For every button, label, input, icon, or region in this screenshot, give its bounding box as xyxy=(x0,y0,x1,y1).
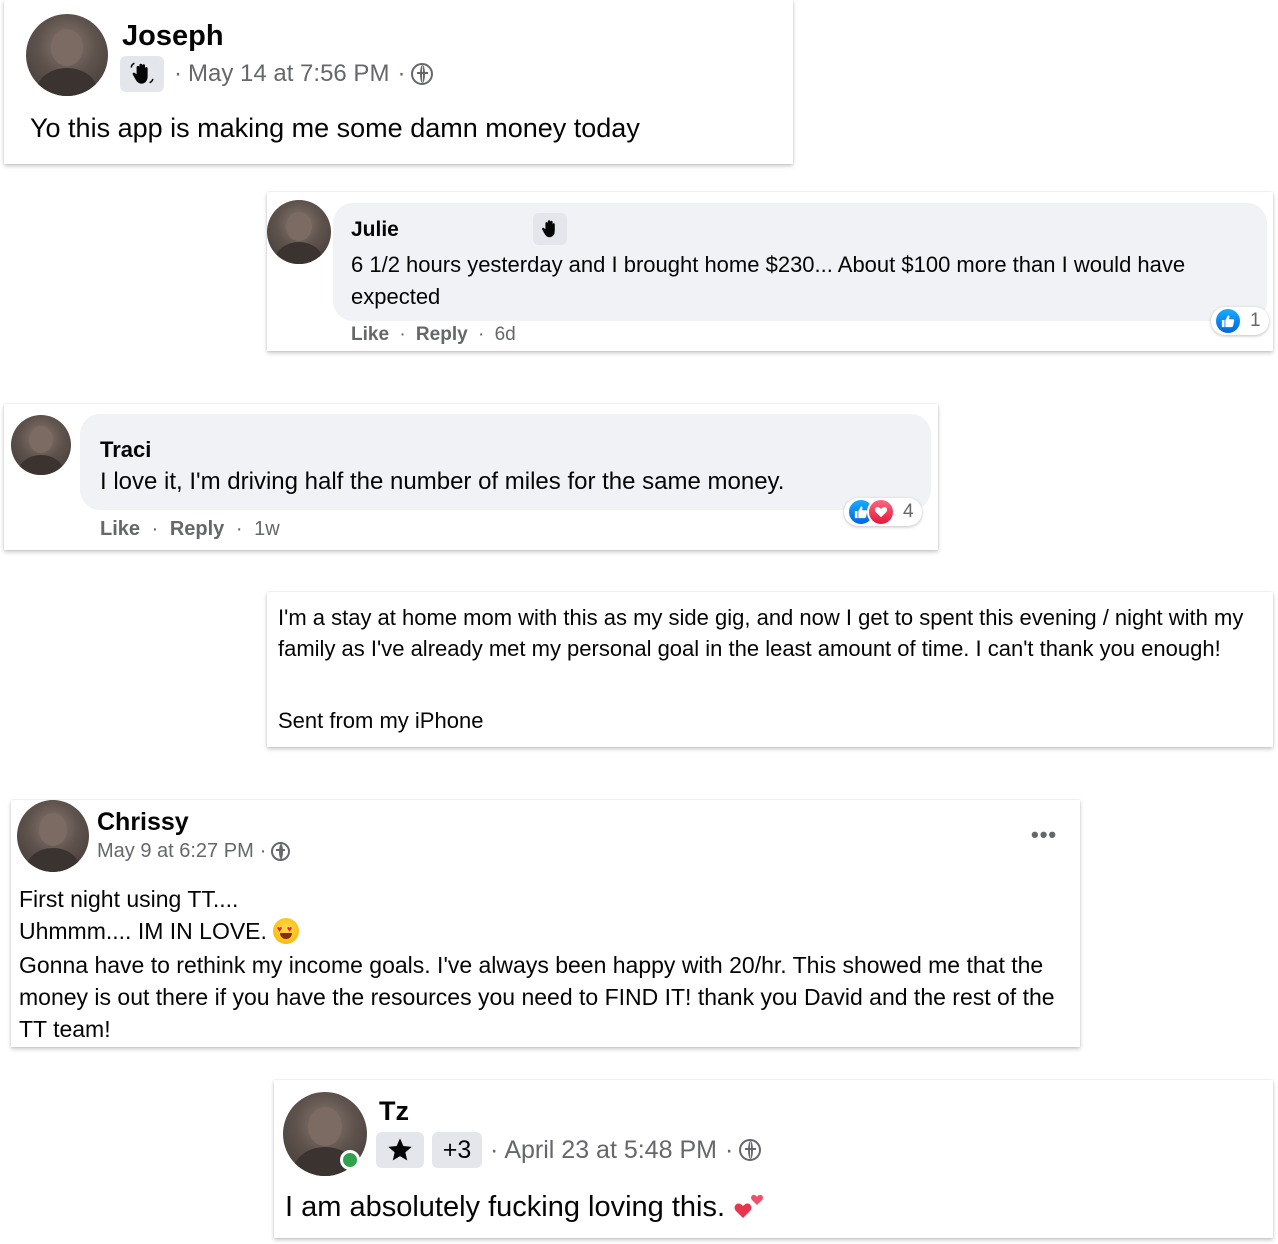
avatar[interactable] xyxy=(26,14,108,96)
comment-card-traci: Traci I love it, I'm driving half the nu… xyxy=(4,404,938,550)
post-date[interactable]: May 9 at 6:27 PM xyxy=(97,840,254,863)
like-link[interactable]: Like xyxy=(100,518,140,540)
reply-link[interactable]: Reply xyxy=(170,518,224,540)
love-reaction-icon xyxy=(867,498,895,526)
testimonial-text: I'm a stay at home mom with this as my s… xyxy=(278,605,1244,661)
star-icon[interactable] xyxy=(376,1132,424,1168)
group-icon xyxy=(739,1139,762,1161)
comment-text: 6 1/2 hours yesterday and I brought home… xyxy=(351,252,1186,309)
post-card-joseph: Joseph · May 14 at 7:56 PM · Yo this app… xyxy=(4,0,793,164)
reaction-summary[interactable]: 4 xyxy=(844,498,922,526)
group-icon xyxy=(411,63,434,85)
group-icon xyxy=(271,842,291,861)
post-text-line2-row: Uhmmm.... IM IN LOVE. ♥ ♥ xyxy=(19,918,299,945)
post-meta: May 9 at 6:27 PM · xyxy=(97,840,291,863)
post-meta: +3 · April 23 at 5:48 PM · xyxy=(376,1132,762,1168)
author-name[interactable]: Tz xyxy=(379,1096,409,1127)
separator: · xyxy=(477,324,485,345)
like-reaction-icon xyxy=(1214,307,1242,335)
separator: · xyxy=(397,60,406,87)
extra-badges-button[interactable]: +3 xyxy=(432,1132,482,1168)
separator: · xyxy=(174,60,182,87)
comment-card-julie: Julie 6 1/2 hours yesterday and I brough… xyxy=(267,192,1273,351)
comment-age[interactable]: 6d xyxy=(495,324,516,345)
email-testimonial-card: I'm a stay at home mom with this as my s… xyxy=(267,592,1273,747)
comment-actions: Like · Reply · 6d xyxy=(351,324,516,346)
comment-actions: Like · Reply · 1w xyxy=(100,518,280,541)
reaction-summary[interactable]: 1 xyxy=(1211,307,1269,335)
author-name[interactable]: Julie xyxy=(351,218,399,242)
post-date[interactable]: May 14 at 7:56 PM xyxy=(188,60,389,88)
post-text: I am absolutely fucking loving this. xyxy=(285,1191,726,1223)
author-name[interactable]: Joseph xyxy=(122,20,224,53)
post-date[interactable]: April 23 at 5:48 PM xyxy=(504,1136,717,1165)
post-text-row: I am absolutely fucking loving this. xyxy=(285,1188,767,1224)
post-text-line1: First night using TT.... xyxy=(19,886,239,912)
avatar[interactable] xyxy=(11,415,71,475)
online-status-icon xyxy=(340,1150,360,1170)
post-card-chrissy: Chrissy May 9 at 6:27 PM · ••• First nig… xyxy=(11,800,1080,1047)
comment-text: I love it, I'm driving half the number o… xyxy=(100,468,785,495)
avatar[interactable] xyxy=(17,800,89,872)
wave-hand-icon[interactable] xyxy=(120,56,164,92)
comment-bubble: Traci I love it, I'm driving half the nu… xyxy=(80,414,931,510)
post-text-line3: Gonna have to rethink my income goals. I… xyxy=(19,952,1055,1042)
email-signature: Sent from my iPhone xyxy=(278,708,484,733)
separator: · xyxy=(724,1135,734,1164)
wave-hand-icon[interactable] xyxy=(533,213,567,245)
author-name[interactable]: Traci xyxy=(100,437,151,463)
post-meta: · May 14 at 7:56 PM · xyxy=(120,56,434,92)
separator: · xyxy=(399,324,406,345)
two-hearts-emoji-icon xyxy=(733,1188,767,1222)
reaction-count: 1 xyxy=(1250,310,1261,331)
like-link[interactable]: Like xyxy=(351,324,389,345)
reaction-count: 4 xyxy=(903,501,914,522)
separator: · xyxy=(490,1135,499,1164)
post-text-line2: Uhmmm.... IM IN LOVE. xyxy=(19,918,267,944)
comment-age[interactable]: 1w xyxy=(254,518,280,540)
post-text: Yo this app is making me some damn money… xyxy=(30,113,640,143)
heart-eyes-emoji-icon: ♥ ♥ xyxy=(272,918,299,944)
reply-link[interactable]: Reply xyxy=(416,324,468,345)
comment-bubble: Julie 6 1/2 hours yesterday and I brough… xyxy=(333,203,1267,321)
separator: · xyxy=(151,518,159,540)
avatar[interactable] xyxy=(267,200,331,264)
post-card-tz: Tz +3 · April 23 at 5:48 PM · I am absol… xyxy=(274,1080,1273,1238)
author-name[interactable]: Chrissy xyxy=(97,808,189,837)
more-options-button[interactable]: ••• xyxy=(1031,822,1057,848)
separator: · xyxy=(259,840,267,862)
separator: · xyxy=(235,518,243,540)
